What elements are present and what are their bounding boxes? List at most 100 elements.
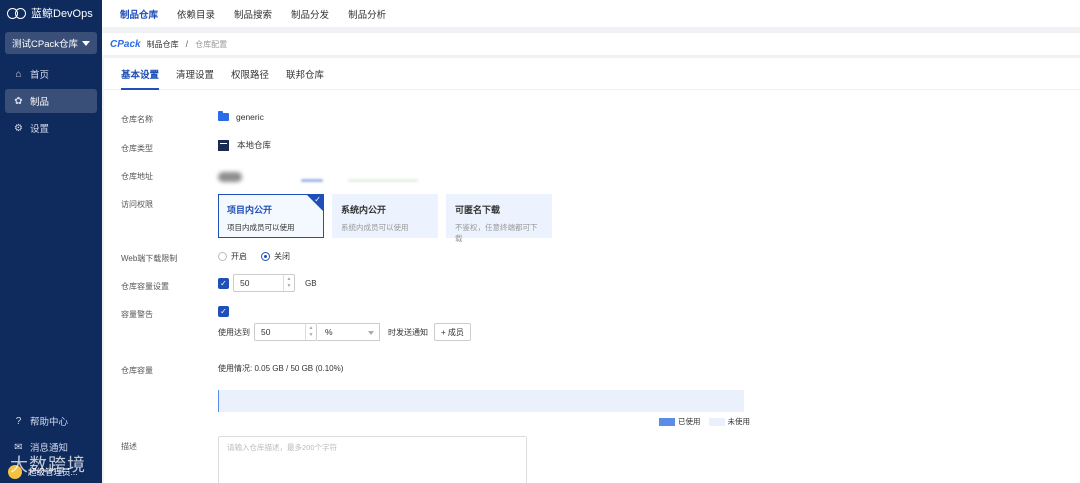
- sidebar-item-label: 首页: [30, 70, 50, 81]
- repo-select-label: 测试CPack仓库: [12, 39, 78, 50]
- watermark: 大数跨境: [10, 455, 86, 475]
- capacity-alert-checkbox[interactable]: ✓: [218, 306, 229, 317]
- web-download-radios: 开启 关闭: [218, 251, 304, 262]
- capacity-unit: GB: [305, 278, 317, 288]
- access-option-title: 可匿名下载: [455, 205, 501, 215]
- usage-legend: 已使用 未使用: [651, 416, 750, 427]
- access-option-desc: 不鉴权，任意终端都可下载: [455, 223, 538, 243]
- main-content: 基本设置 清理设置 权限路径 联邦仓库 仓库名称 generic 仓库类型 本地…: [104, 58, 1080, 483]
- repo-type-text: 本地仓库: [237, 140, 272, 150]
- radio-enable[interactable]: [218, 252, 227, 261]
- sidebar-item-label: 制品: [30, 97, 50, 108]
- breadcrumb-current: 仓库配置: [195, 39, 228, 49]
- sidebar-item-settings[interactable]: ⚙ 设置: [5, 116, 97, 140]
- capacity-alert-label: 容量警告: [121, 310, 153, 319]
- usage-bar-fill: [218, 390, 219, 412]
- description-label: 描述: [121, 442, 137, 451]
- tab-federated-repo[interactable]: 联邦仓库: [286, 58, 324, 90]
- alert-unit-select[interactable]: %: [317, 323, 380, 341]
- sidebar-item-label: 设置: [30, 124, 50, 135]
- repo-type-value: 本地仓库: [218, 139, 271, 151]
- capacity-value: 50: [240, 278, 250, 288]
- access-option-title: 系统内公开: [341, 205, 387, 215]
- repo-name-value: generic: [218, 111, 264, 122]
- sidebar-nav: ⌂ 首页 ✿ 制品 ⚙ 设置: [0, 62, 102, 140]
- alert-threshold-input[interactable]: 50 ▲ ▼: [254, 323, 317, 341]
- sidebar-item-artifact[interactable]: ✿ 制品: [5, 89, 97, 113]
- top-nav: 制品仓库 依赖目录 制品搜索 制品分发 制品分析: [102, 0, 1080, 27]
- repo-address-label: 仓库地址: [121, 172, 153, 181]
- home-icon: ⌂: [15, 68, 22, 80]
- tab-basic-settings[interactable]: 基本设置: [121, 58, 160, 90]
- access-options: 项目内公开 项目内成员可以使用 ✓ 系统内公开 系统内成员可以使用 可匿名下载 …: [218, 194, 560, 243]
- alert-suffix: 时发送通知: [388, 327, 428, 337]
- capacity-input[interactable]: 50 ▲ ▼: [233, 274, 295, 292]
- breadcrumb-separator: /: [185, 39, 189, 49]
- help-icon: ?: [15, 415, 22, 427]
- access-option-desc: 系统内成员可以使用: [341, 223, 409, 232]
- repo-address-value: [218, 169, 438, 185]
- radio-disable[interactable]: [261, 252, 270, 261]
- legend-unused: 未使用: [727, 417, 751, 426]
- web-download-label: Web端下载限制: [121, 254, 178, 263]
- tab-artifact-repo[interactable]: 制品仓库: [120, 0, 158, 27]
- access-option-title: 项目内公开: [227, 205, 273, 215]
- breadcrumb: CPack 制品仓库 / 仓库配置: [102, 33, 1080, 55]
- caret-down-icon: [82, 40, 90, 46]
- tab-artifact-distribution[interactable]: 制品分发: [291, 0, 329, 27]
- chevron-up-icon: ▲: [286, 276, 292, 282]
- cpack-logo: CPack: [110, 38, 141, 50]
- brand-name: 蓝鲸DevOps: [31, 8, 93, 20]
- capacity-row: ✓ 50 ▲ ▼ GB: [218, 274, 317, 292]
- capacity-checkbox[interactable]: ✓: [218, 277, 229, 289]
- usage-text: 使用情况: 0.05 GB / 50 GB (0.10%): [218, 364, 344, 373]
- repo-name-label: 仓库名称: [121, 115, 153, 124]
- brand[interactable]: 蓝鲸DevOps: [0, 0, 102, 26]
- radio-enable-label: 开启: [231, 252, 247, 261]
- usage-bar: [218, 390, 744, 412]
- used-swatch: [659, 417, 675, 426]
- capacity-label: 仓库容量设置: [121, 282, 169, 291]
- local-repo-icon: [218, 139, 229, 151]
- chevron-down-icon: ▼: [286, 283, 292, 289]
- chevron-down-icon: ▼: [308, 332, 314, 338]
- tab-permission-path[interactable]: 权限路径: [231, 58, 269, 90]
- repo-name-text: generic: [236, 112, 264, 122]
- access-option-system-public[interactable]: 系统内公开 系统内成员可以使用: [332, 194, 438, 238]
- tab-artifact-analysis[interactable]: 制品分析: [348, 0, 386, 27]
- logo-icon: [7, 7, 27, 19]
- legend-used: 已使用: [678, 417, 701, 426]
- settings-tabs: 基本设置 清理设置 权限路径 联邦仓库: [104, 58, 1080, 90]
- sidebar-item-label: 帮助中心: [30, 417, 69, 428]
- access-label: 访问权限: [121, 200, 153, 209]
- chevron-up-icon: ▲: [308, 325, 314, 331]
- capacity-alert-row: 使用达到 50 ▲ ▼ % 时发送通知 + 成员: [218, 323, 471, 341]
- tab-dependency-catalog[interactable]: 依赖目录: [177, 0, 215, 27]
- radio-disable-label: 关闭: [274, 252, 290, 261]
- redacted-address-line: [301, 179, 323, 182]
- settings-icon: ⚙: [14, 122, 23, 134]
- repo-select[interactable]: 测试CPack仓库: [5, 32, 97, 54]
- description-textarea[interactable]: 请输入仓库描述，最多200个字符: [218, 436, 527, 483]
- sidebar-item-help[interactable]: ? 帮助中心: [5, 409, 97, 433]
- breadcrumb-item[interactable]: 制品仓库: [147, 39, 179, 50]
- alert-unit-value: %: [325, 327, 333, 337]
- capacity-alert-checkbox-row: ✓: [218, 306, 233, 317]
- sidebar: 蓝鲸DevOps 测试CPack仓库 ⌂ 首页 ✿ 制品 ⚙ 设置 ? 帮助中心…: [0, 0, 102, 483]
- redacted-address-line: [348, 179, 418, 182]
- tab-artifact-search[interactable]: 制品搜索: [234, 0, 272, 27]
- tab-cleanup-settings[interactable]: 清理设置: [176, 58, 214, 90]
- alert-threshold-value: 50: [261, 327, 271, 337]
- folder-icon: [218, 111, 229, 121]
- repo-type-label: 仓库类型: [121, 144, 153, 153]
- check-icon: ✓: [314, 195, 321, 204]
- access-option-anonymous[interactable]: 可匿名下载 不鉴权，任意终端都可下载: [446, 194, 552, 243]
- sidebar-item-home[interactable]: ⌂ 首页: [5, 62, 97, 86]
- add-member-button[interactable]: + 成员: [434, 323, 471, 341]
- usage-label: 仓库容量: [121, 366, 153, 375]
- access-option-project-public[interactable]: 项目内公开 项目内成员可以使用 ✓: [218, 194, 324, 238]
- redacted-address: [218, 172, 242, 182]
- alert-prefix: 使用达到: [218, 327, 250, 337]
- capacity-stepper[interactable]: ▲ ▼: [283, 275, 294, 291]
- alert-threshold-stepper[interactable]: ▲ ▼: [305, 324, 316, 340]
